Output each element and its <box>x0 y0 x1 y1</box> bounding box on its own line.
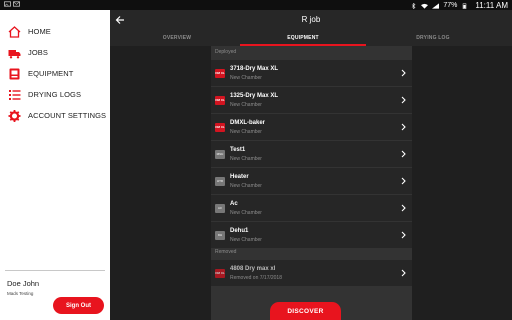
bluetooth-icon <box>412 2 416 9</box>
nav-item-home[interactable]: HOME <box>0 23 110 41</box>
equipment-name: Heater <box>230 174 249 180</box>
nav-item-account-settings[interactable]: ACCOUNT SETTINGS <box>0 107 110 125</box>
equipment-name: Test1 <box>230 147 246 153</box>
equipment-location: New Chamber <box>230 102 262 108</box>
user-company: Mads Testing <box>7 291 34 296</box>
home-icon <box>8 26 21 38</box>
list-icon <box>9 90 21 100</box>
equipment-removed-date: Removed on 7/17/2018 <box>230 275 282 281</box>
equipment-location: New Chamber <box>230 210 262 216</box>
signal-icon <box>432 2 440 9</box>
chevron-right-icon <box>401 69 406 77</box>
battery-percent: 77% <box>443 2 458 9</box>
equipment-name: 3718-Dry Max XL <box>230 66 279 72</box>
equipment-thumbnail: AC <box>215 204 225 213</box>
sign-out-button[interactable]: Sign Out <box>53 297 104 314</box>
chevron-right-icon <box>401 177 406 185</box>
equipment-location: New Chamber <box>230 156 262 162</box>
section-label-removed: Removed <box>215 249 237 255</box>
chevron-right-icon <box>401 123 406 131</box>
navigation-drawer: HOME JOBS EQUIPMENT DRYING LOGS ACCOUNT … <box>0 10 110 320</box>
wifi-icon <box>421 3 429 9</box>
battery-icon <box>463 3 467 9</box>
list-item[interactable]: DM XL 1325-Dry Max XL New Chamber <box>211 87 412 113</box>
nav-item-label: JOBS <box>28 48 48 57</box>
nav-item-equipment[interactable]: EQUIPMENT <box>0 65 110 83</box>
equipment-thumbnail: DM XL <box>215 269 225 278</box>
list-item[interactable]: DM XL 3718-Dry Max XL New Chamber <box>211 60 412 86</box>
equipment-name: Dehu1 <box>230 228 249 234</box>
chevron-right-icon <box>401 269 406 277</box>
equipment-thumbnail: DM XL <box>215 96 225 105</box>
discover-button[interactable]: DISCOVER <box>270 302 341 320</box>
chevron-right-icon <box>401 96 406 104</box>
status-left-icons <box>4 1 20 9</box>
equipment-name: DMXL-baker <box>230 120 266 126</box>
list-item[interactable]: DM XL 4808 Dry max xl Removed on 7/17/20… <box>211 260 412 286</box>
chevron-right-icon <box>401 204 406 212</box>
equipment-thumbnail: DM XL <box>215 123 225 132</box>
nav-item-label: EQUIPMENT <box>28 69 74 78</box>
equipment-thumbnail: HTR <box>215 177 225 186</box>
equipment-location: New Chamber <box>230 183 262 189</box>
equipment-thumbnail: DM XL <box>215 69 225 78</box>
user-name: Doe John <box>7 279 40 288</box>
nav-item-label: ACCOUNT SETTINGS <box>28 111 107 120</box>
list-item[interactable]: AC Ac New Chamber <box>211 195 412 221</box>
nav-item-label: HOME <box>28 27 51 36</box>
equipment-name: 4808 Dry max xl <box>230 266 276 272</box>
image-icon <box>4 1 11 7</box>
chevron-right-icon <box>401 150 406 158</box>
gear-icon <box>8 110 21 122</box>
status-right: 77% 11:11 AM <box>410 1 508 10</box>
list-item[interactable]: DM XL DMXL-baker New Chamber <box>211 114 412 140</box>
chevron-right-icon <box>401 231 406 239</box>
section-label-deployed: Deployed <box>215 49 237 55</box>
equipment-icon <box>9 68 20 80</box>
status-bar: 77% 11:11 AM <box>0 0 512 10</box>
equipment-name: 1325-Dry Max XL <box>230 93 279 99</box>
tab-bar: OVERVIEW EQUIPMENT DRYING LOG <box>110 30 512 46</box>
tab-overview[interactable]: OVERVIEW <box>110 30 244 46</box>
mail-icon <box>13 1 20 7</box>
equipment-thumbnail: DH <box>215 231 225 240</box>
nav-item-jobs[interactable]: JOBS <box>0 44 110 62</box>
nav-item-drying-logs[interactable]: DRYING LOGS <box>0 86 110 104</box>
list-item[interactable]: HTR Heater New Chamber <box>211 168 412 194</box>
equipment-location: New Chamber <box>230 75 262 81</box>
nav-item-label: DRYING LOGS <box>28 90 82 99</box>
page-title: R job <box>301 15 321 24</box>
app-bar: R job <box>110 10 512 30</box>
list-item[interactable]: DH Dehu1 New Chamber <box>211 222 412 248</box>
tab-drying-log[interactable]: DRYING LOG <box>366 30 500 46</box>
equipment-thumbnail: MSH <box>215 150 225 159</box>
truck-icon <box>8 50 21 59</box>
equipment-location: New Chamber <box>230 129 262 135</box>
equipment-name: Ac <box>230 201 238 207</box>
equipment-list: Deployed DM XL 3718-Dry Max XL New Chamb… <box>211 46 412 320</box>
status-time: 11:11 AM <box>475 1 508 10</box>
equipment-location: New Chamber <box>230 237 262 243</box>
list-item[interactable]: MSH Test1 New Chamber <box>211 141 412 167</box>
user-divider <box>5 270 105 271</box>
